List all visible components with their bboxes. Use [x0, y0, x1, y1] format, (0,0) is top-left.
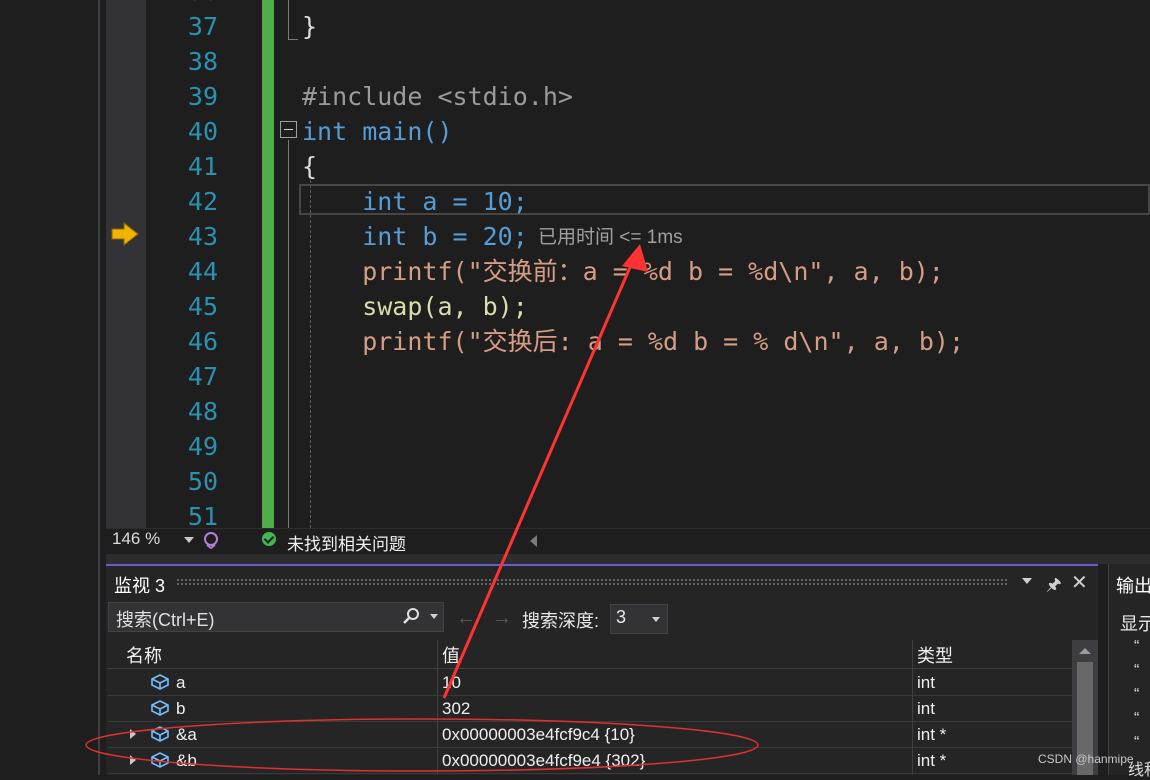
brace-guide-end — [288, 39, 298, 40]
line-number: 41 — [187, 152, 218, 181]
watch-value[interactable]: 10 — [442, 673, 461, 693]
outline-guide — [288, 140, 289, 528]
code-line-40[interactable]: int main() — [302, 114, 453, 149]
collapse-toggle[interactable] — [280, 121, 297, 138]
code-line-43[interactable]: int b = 20; — [302, 219, 528, 254]
zoom-level[interactable]: 146 % — [112, 529, 160, 549]
code-line-42[interactable]: int a = 10; — [302, 184, 528, 219]
column-header-type[interactable]: 类型 — [917, 642, 953, 668]
line-number: 47 — [187, 362, 218, 391]
expand-triangle-icon[interactable] — [130, 729, 136, 739]
search-depth-label: 搜索深度: — [522, 611, 600, 631]
watch-name: &b — [176, 751, 197, 770]
panel-grip[interactable] — [176, 578, 1008, 586]
code-text: int main() — [302, 117, 453, 146]
close-icon[interactable]: ✕ — [1071, 570, 1088, 595]
watch-type: int — [917, 673, 935, 692]
variable-icon — [151, 726, 169, 742]
watch-value[interactable]: 0x00000003e4fcf9c4 {10} — [442, 725, 635, 745]
output-line: “ — [1134, 710, 1140, 727]
watch-value[interactable]: 302 — [442, 699, 470, 719]
output-line: “ — [1134, 638, 1140, 655]
line-number: 50 — [187, 467, 218, 496]
perf-tip[interactable]: 已用时间 <= 1ms — [538, 222, 683, 249]
variable-icon — [151, 700, 169, 716]
brace-guide — [288, 0, 289, 40]
code-text: } — [302, 12, 318, 41]
code-text: printf("交换前：a = %d b = %d\n", a, b); — [302, 257, 944, 286]
code-line-45[interactable]: swap(a, b); — [302, 289, 528, 324]
search-back-icon[interactable]: ← — [456, 607, 476, 630]
search-depth-value: 3 — [616, 607, 627, 627]
line-number: 37 — [187, 12, 218, 41]
zoom-dropdown-icon[interactable] — [184, 537, 194, 543]
output-line: “ — [1134, 662, 1140, 679]
watch-name: a — [176, 673, 186, 692]
line-number: 46 — [187, 327, 218, 356]
watch-type: int * — [917, 725, 947, 744]
expand-triangle-icon[interactable] — [130, 755, 136, 765]
watch-name: b — [176, 699, 186, 718]
output-line: “ — [1134, 734, 1140, 751]
code-text: int a = 10; — [302, 187, 528, 216]
left-border — [98, 0, 100, 775]
pin-icon[interactable]: 🖈 — [1046, 572, 1062, 601]
output-line: “ — [1134, 686, 1140, 703]
watch-value[interactable]: 0x00000003e4fcf9e4 {302} — [442, 751, 645, 771]
output-show-label: 显示 — [1120, 614, 1150, 634]
code-text: int b = 20; — [302, 222, 528, 251]
column-header-value[interactable]: 值 — [442, 642, 460, 668]
line-number: 48 — [187, 397, 218, 426]
search-icon[interactable] — [402, 607, 420, 625]
search-options-dropdown-icon[interactable] — [430, 614, 438, 619]
current-statement-arrow-icon — [111, 221, 139, 247]
line-number: 43 — [187, 222, 218, 251]
watch-name: &a — [176, 725, 197, 744]
scroll-left-icon[interactable] — [530, 535, 537, 547]
code-line-41[interactable]: { — [302, 149, 317, 184]
scroll-up-icon[interactable] — [1079, 648, 1091, 654]
code-line-39[interactable]: #include <stdio.h> — [302, 79, 573, 114]
line-number: 44 — [187, 257, 218, 286]
code-line-46[interactable]: printf("交换后: a = %d b = % d\n", a, b); — [302, 324, 964, 359]
panel-separator[interactable] — [106, 554, 1150, 564]
line-number: 36 — [150, 0, 218, 9]
output-panel-title[interactable]: 输出 — [1116, 572, 1150, 598]
watermark: CSDN @hanmipe — [1038, 752, 1134, 766]
search-forward-icon[interactable]: → — [492, 607, 512, 630]
issues-status[interactable]: 未找到相关问题 — [287, 530, 406, 555]
indicator-margin[interactable] — [106, 0, 146, 528]
column-header-name[interactable]: 名称 — [126, 642, 162, 668]
search-placeholder: 搜索(Ctrl+E) — [116, 610, 215, 630]
line-number: 42 — [187, 187, 218, 216]
no-issues-check-icon — [262, 532, 276, 546]
code-text: #include <stdio.h> — [302, 82, 573, 111]
variable-icon — [151, 752, 169, 768]
code-line-44[interactable]: printf("交换前：a = %d b = %d\n", a, b); — [302, 254, 944, 289]
change-tracking-bar — [262, 0, 274, 528]
line-number: 39 — [187, 82, 218, 111]
code-line-37[interactable]: } — [302, 9, 317, 44]
code-text: { — [302, 152, 318, 181]
line-number: 49 — [187, 432, 218, 461]
intellicode-icon[interactable] — [202, 531, 220, 549]
watch-type: int — [917, 699, 935, 718]
line-number: 45 — [187, 292, 218, 321]
code-text: printf("交换后: a = %d b = % d\n", a, b); — [302, 327, 964, 356]
chevron-down-icon[interactable] — [652, 617, 660, 622]
line-number: 40 — [187, 117, 218, 146]
variable-icon — [151, 674, 169, 690]
left-tool-strip — [0, 0, 98, 775]
watch-type: int * — [917, 751, 947, 770]
code-text: swap(a, b); — [302, 292, 528, 321]
line-number: 38 — [187, 47, 218, 76]
window-position-dropdown-icon[interactable] — [1022, 578, 1032, 584]
watch-panel-title[interactable]: 监视 3 — [114, 572, 165, 598]
